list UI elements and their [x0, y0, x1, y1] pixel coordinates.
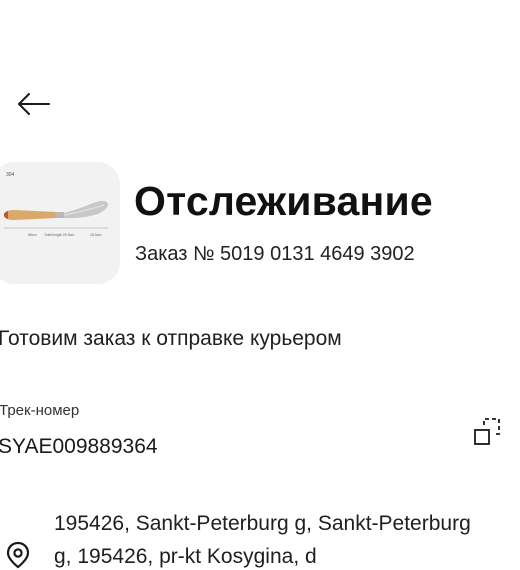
tracking-number: SYAE009889364: [0, 435, 158, 458]
location-pin-icon: [6, 541, 30, 569]
copy-icon: [474, 418, 500, 445]
page-title: Отслеживание: [134, 178, 433, 224]
location-pin: [4, 540, 32, 570]
delivery-address: 195426, Sankt-Peterburg g, Sankt-Peterbu…: [54, 512, 471, 568]
palette-knife-product-image: 304 68cm Total length 25.5cm 18.5cm: [4, 172, 108, 237]
image-caption-3: 18.5cm: [90, 233, 102, 237]
image-caption-2: Total length 25.5cm: [44, 233, 74, 237]
order-number: Заказ № 5019 0131 4649 3902: [135, 243, 415, 265]
arrow-left-icon: [18, 93, 50, 115]
image-caption-code: 304: [6, 172, 15, 178]
copy-tracking-button[interactable]: [470, 416, 504, 450]
product-thumbnail[interactable]: 304 68cm Total length 25.5cm 18.5cm: [0, 162, 120, 284]
tracking-label: Трек-номер: [0, 402, 80, 419]
back-button[interactable]: [16, 88, 52, 120]
order-status: Готовим заказ к отправке курьером: [0, 327, 342, 350]
image-caption-1: 68cm: [28, 233, 37, 237]
